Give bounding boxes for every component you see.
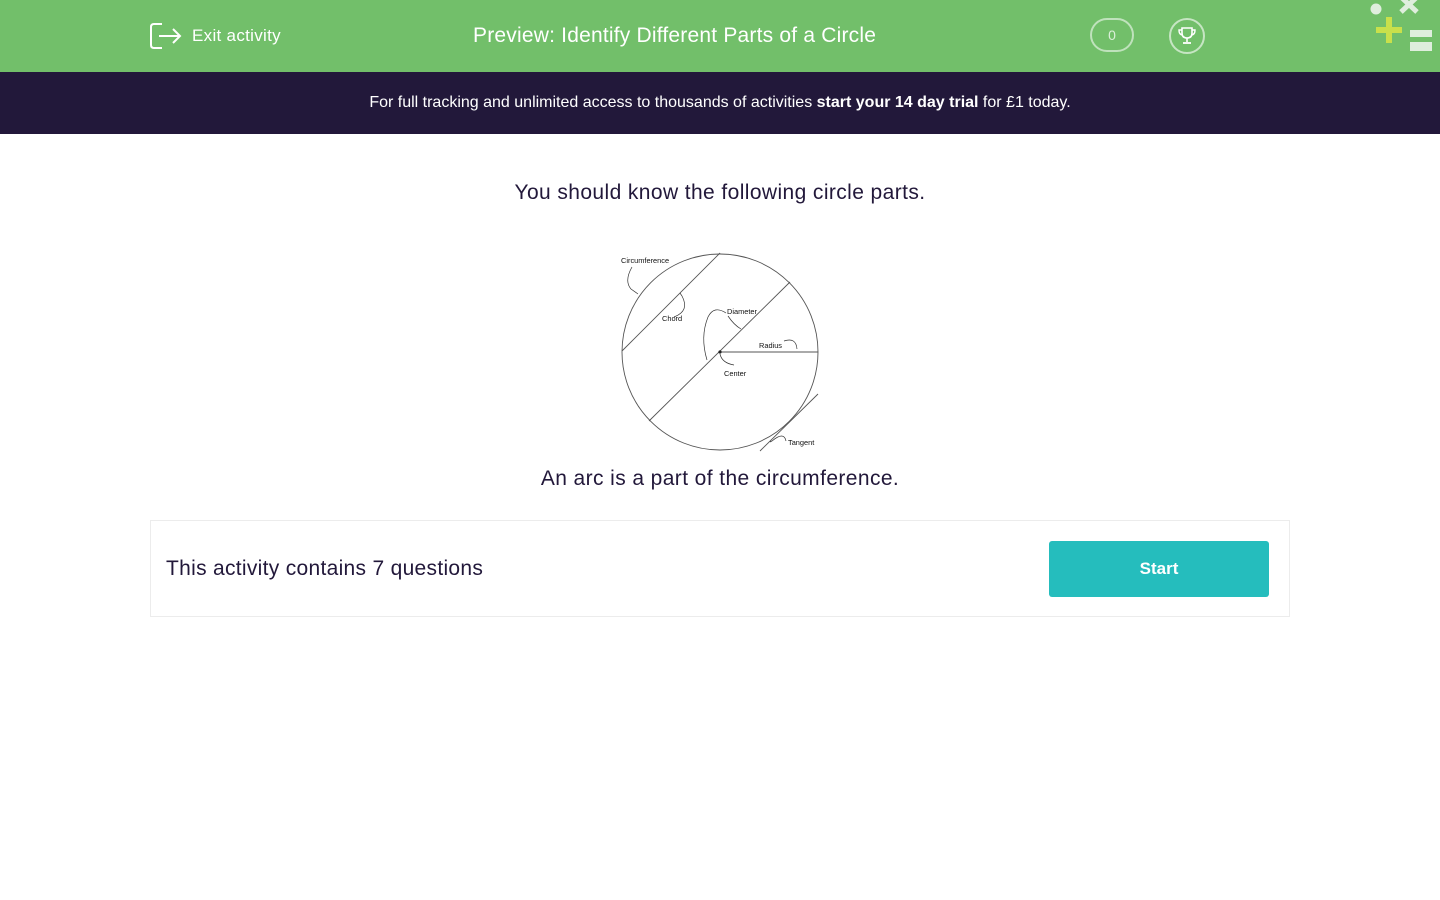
score-counter: 0 bbox=[1090, 18, 1134, 52]
center-point bbox=[718, 350, 722, 354]
label-center: Center bbox=[724, 369, 747, 378]
center-pointer bbox=[719, 353, 735, 366]
diameter-pointer-1 bbox=[703, 309, 727, 361]
intro-text: You should know the following circle par… bbox=[514, 181, 926, 204]
exit-activity-button[interactable]: Exit activity bbox=[149, 21, 281, 51]
radius-pointer bbox=[783, 339, 798, 350]
activity-card: This activity contains 7 questions Start bbox=[150, 520, 1290, 617]
question-count-text: This activity contains 7 questions bbox=[166, 557, 484, 580]
trial-banner: For full tracking and unlimited access t… bbox=[0, 72, 1440, 134]
exit-icon bbox=[150, 23, 182, 49]
arc-note-text: An arc is a part of the circumference. bbox=[540, 467, 900, 490]
top-bar: Exit activity Preview: Identify Differen… bbox=[0, 0, 1440, 72]
label-diameter: Diameter bbox=[727, 307, 758, 316]
label-radius: Radius bbox=[759, 341, 782, 350]
circle-parts-diagram: Circumference Chord Diameter Radius Cent… bbox=[621, 252, 819, 452]
exit-activity-label: Exit activity bbox=[192, 26, 281, 45]
chord-line bbox=[621, 252, 721, 352]
brand-logo-icon bbox=[1370, 0, 1432, 51]
score-value: 0 bbox=[1108, 27, 1116, 43]
trial-link[interactable]: start your 14 day trial bbox=[817, 94, 979, 112]
page-title: Preview: Identify Different Parts of a C… bbox=[473, 24, 877, 47]
label-circumference: Circumference bbox=[621, 256, 669, 265]
start-button[interactable]: Start bbox=[1049, 541, 1269, 597]
diameter-pointer-2 bbox=[727, 315, 742, 330]
banner-text-after: for £1 today. bbox=[978, 94, 1071, 111]
trophy-icon bbox=[1178, 27, 1196, 44]
trophy-button[interactable] bbox=[1169, 18, 1205, 54]
label-tangent: Tangent bbox=[788, 438, 814, 447]
banner-text-before: For full tracking and unlimited access t… bbox=[369, 94, 817, 111]
circumference-pointer bbox=[627, 266, 639, 295]
label-chord: Chord bbox=[662, 314, 682, 323]
